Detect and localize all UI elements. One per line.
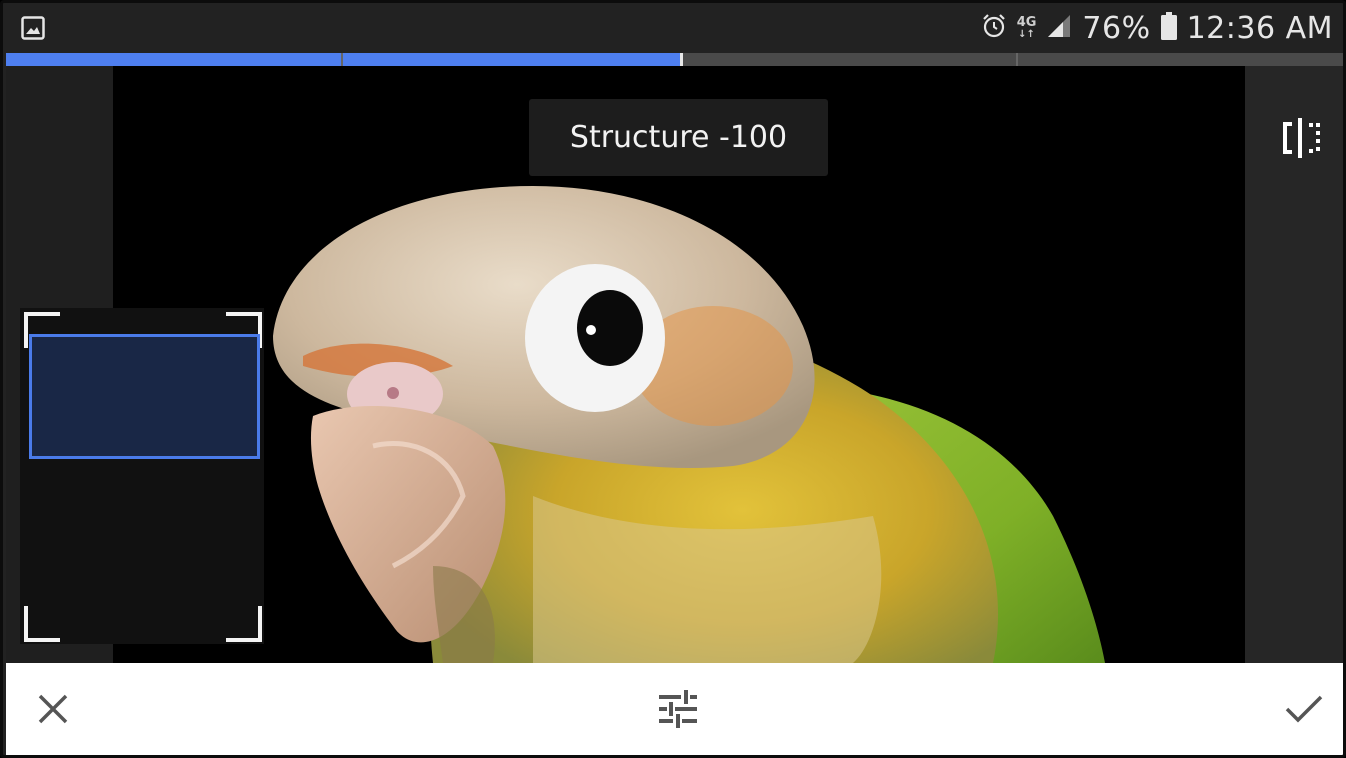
close-icon (37, 693, 69, 729)
battery-icon (1160, 12, 1177, 44)
navigator-corner (24, 606, 60, 642)
alarm-clock-icon (981, 13, 1007, 43)
tune-button[interactable] (638, 663, 718, 755)
checkmark-icon (1285, 694, 1323, 728)
slider-fill (6, 53, 680, 66)
app-window: 4G ↓↑ 76% 12:36 AM Structure -100 (0, 0, 1346, 758)
compare-button[interactable] (1278, 118, 1324, 158)
navigator-viewport[interactable] (29, 334, 260, 459)
status-indicators: 4G ↓↑ 76% 12:36 AM (981, 3, 1333, 53)
slider-tick (1016, 53, 1018, 66)
sliders-tune-icon (658, 689, 698, 733)
cancel-button[interactable] (13, 663, 93, 755)
clock-time: 12:36 AM (1186, 10, 1333, 46)
adjustment-tooltip: Structure -100 (529, 99, 828, 176)
network-type: 4G ↓↑ (1016, 14, 1037, 40)
navigator-corner (226, 606, 262, 642)
signal-strength-icon (1046, 14, 1072, 42)
adjustment-slider[interactable] (6, 53, 1343, 66)
slider-tick (341, 53, 343, 66)
status-bar: 4G ↓↑ 76% 12:36 AM (3, 3, 1343, 53)
image-icon (21, 16, 45, 40)
bottom-toolbar (6, 663, 1343, 755)
battery-percent: 76% (1082, 10, 1151, 46)
compare-split-icon (1278, 118, 1324, 162)
network-type-label: 4G (1016, 14, 1037, 30)
apply-button[interactable] (1264, 663, 1343, 755)
